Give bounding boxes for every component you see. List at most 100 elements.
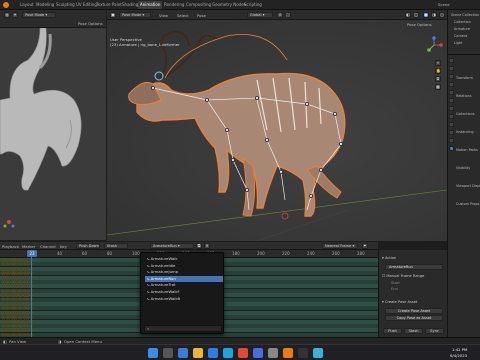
prop-section[interactable]: Viewport Display (456, 184, 480, 188)
prop-section[interactable]: Motion Paths (456, 148, 478, 152)
root-bone-handle[interactable] (281, 212, 289, 220)
dropdown-item[interactable]: ⤷ ArmatureRun (145, 275, 223, 282)
left-gizmo[interactable] (2, 214, 16, 228)
navigation-gizmo[interactable] (425, 36, 443, 54)
outliner-item[interactable]: Light (454, 41, 462, 45)
main-menu-view[interactable]: View (159, 13, 168, 18)
manual-frame-range[interactable]: ☐ Manual Frame Range (382, 274, 424, 278)
store-icon[interactable] (253, 348, 263, 358)
windows-icon[interactable] (148, 348, 158, 358)
clock-time[interactable]: 1:42 PM (452, 347, 467, 352)
workspace-tab-layout[interactable]: Layout (18, 1, 36, 9)
pan-icon[interactable]: ✋ (435, 68, 441, 74)
action-section-title[interactable]: ▾ Action (382, 256, 396, 260)
prop-tab-physics-icon[interactable] (449, 122, 454, 127)
action-value-field[interactable]: ArmatureRun (385, 264, 443, 270)
prop-section[interactable]: Instancing (456, 130, 474, 134)
snap-icon[interactable]: ⛶ (285, 12, 291, 18)
new-action-icon[interactable]: ⧉ (196, 243, 202, 249)
blender-icon[interactable] (283, 348, 293, 358)
pivot-icon[interactable]: ⊙ (277, 12, 283, 18)
current-frame-indicator[interactable]: 23 (27, 250, 37, 257)
cursor-icon[interactable]: ⌖ (12, 12, 18, 18)
orientation-dropdown[interactable]: Global ▾ (247, 12, 273, 18)
copy-pose-button[interactable]: Copy Pose as Asset (385, 315, 443, 321)
main-menu-pose[interactable]: Pose (197, 13, 206, 18)
filter-icon[interactable]: ⏷ (362, 243, 368, 249)
photos-icon[interactable] (313, 348, 323, 358)
editor-type-icon[interactable]: ▣ (110, 12, 116, 18)
dropdown-item[interactable]: ⤷ ArmatureWalk (145, 256, 223, 262)
dropdown-search[interactable]: ⌕ (144, 325, 222, 332)
prop-tab-constraints-icon[interactable] (449, 130, 454, 135)
widgets-icon[interactable] (178, 348, 188, 358)
nla-menu-playback[interactable]: Playback (2, 244, 19, 249)
outliner-item[interactable]: Scene Collection (451, 13, 479, 17)
nla-menu-push-down[interactable]: Push Down (76, 243, 100, 249)
view-icon[interactable]: ◍ (4, 12, 10, 18)
main-pose-options[interactable]: Pose Options (407, 22, 432, 27)
prop-section[interactable]: Collections (456, 112, 475, 116)
solid-shading-icon[interactable]: ● (423, 12, 429, 18)
dropdown-item[interactable]: ⤷ ArmatureWalkB (145, 296, 223, 302)
nla-menu-channel[interactable]: Channel (40, 244, 56, 249)
nla-menu-marker[interactable]: Marker (22, 244, 35, 249)
outliner-item[interactable]: Collection (454, 20, 471, 24)
footer-sync-button[interactable]: Sync (425, 328, 444, 334)
prop-tab-tool-icon[interactable] (449, 58, 454, 63)
prop-tab-output-icon[interactable] (449, 74, 454, 79)
workspace-tab-modeling[interactable]: Modeling (34, 1, 56, 9)
dropdown-item[interactable]: ⤷ ArmatureIdle (145, 263, 223, 269)
prop-tab-render-icon[interactable] (449, 66, 454, 71)
camera-icon[interactable]: ⌼ (435, 76, 441, 82)
prop-tab-data-icon[interactable] (449, 138, 454, 143)
outliner-item[interactable]: Armature (454, 27, 470, 31)
nla-menu-stash[interactable]: Stash (104, 243, 128, 249)
overlay-icon[interactable]: ◐ (405, 12, 411, 18)
dropdown-item[interactable]: ⤷ ArmatureTrot (145, 282, 223, 288)
playhead-line[interactable] (31, 250, 32, 337)
prop-tab-modifiers-icon[interactable] (449, 114, 454, 119)
antelope-body[interactable] (136, 72, 346, 217)
footer-push-button[interactable]: Push (383, 328, 402, 334)
blender-logo-icon[interactable] (3, 2, 9, 8)
action-selector[interactable]: ArmatureRun ▾ (150, 243, 194, 249)
search-icon[interactable] (163, 348, 173, 358)
prop-tab-view-layer-icon[interactable] (449, 82, 454, 87)
settings-icon[interactable] (268, 348, 278, 358)
dropdown-item[interactable]: ⤷ ArmatureJump (145, 269, 223, 275)
dropdown-item[interactable]: ⤷ ArmatureWalkF (145, 289, 223, 295)
workspace-tab-scripting[interactable]: Scripting (242, 1, 264, 9)
prop-tab-object-icon[interactable] (449, 106, 454, 111)
main-menu-select[interactable]: Select (177, 13, 189, 18)
zoom-icon[interactable]: ⌕ (435, 60, 441, 66)
browser-icon[interactable] (208, 348, 218, 358)
nla-menu-key[interactable]: Key (60, 244, 67, 249)
render-shading-icon[interactable]: ○ (439, 12, 445, 18)
left-pose-options[interactable]: Pose Options (78, 21, 103, 26)
unlink-action-icon[interactable]: ✕ (204, 243, 210, 249)
prop-section[interactable]: Custom Props (456, 202, 479, 206)
edge-icon[interactable] (223, 348, 233, 358)
material-shading-icon[interactable]: ◑ (431, 12, 437, 18)
workspace-tab-animation[interactable]: Animation (138, 1, 163, 9)
footer-stash-button[interactable]: Stash (404, 328, 423, 334)
nearest-frame-dropdown[interactable]: Nearest Frame ▾ (322, 243, 358, 249)
xray-icon[interactable]: ▢ (413, 12, 419, 18)
prop-tab-world-icon[interactable] (449, 98, 454, 103)
prop-tab-bone-icon[interactable] (449, 146, 454, 151)
terminal-icon[interactable] (298, 348, 308, 358)
chrome-icon[interactable] (238, 348, 248, 358)
clay-model[interactable] (0, 27, 82, 191)
clock-date[interactable]: 6/4/2023 (450, 353, 467, 358)
workspace-tab-compositing[interactable]: Compositing (184, 1, 213, 9)
prop-section[interactable]: Relations (456, 94, 472, 98)
create-pose-button[interactable]: Create Pose Asset (385, 308, 443, 314)
main-mode-dropdown[interactable]: Pose Mode ▾ (119, 12, 151, 18)
prop-section[interactable]: Visibility (456, 166, 470, 170)
files-icon[interactable] (193, 348, 203, 358)
main-3d-viewport[interactable]: User Perspective (23) Armature | rig_bon… (106, 20, 448, 242)
left-mode-dropdown[interactable]: Pose Mode ▾ (22, 12, 56, 18)
create-pose-title[interactable]: ▾ Create Pose Asset (382, 300, 417, 304)
grid-icon[interactable]: ▦ (435, 84, 441, 90)
